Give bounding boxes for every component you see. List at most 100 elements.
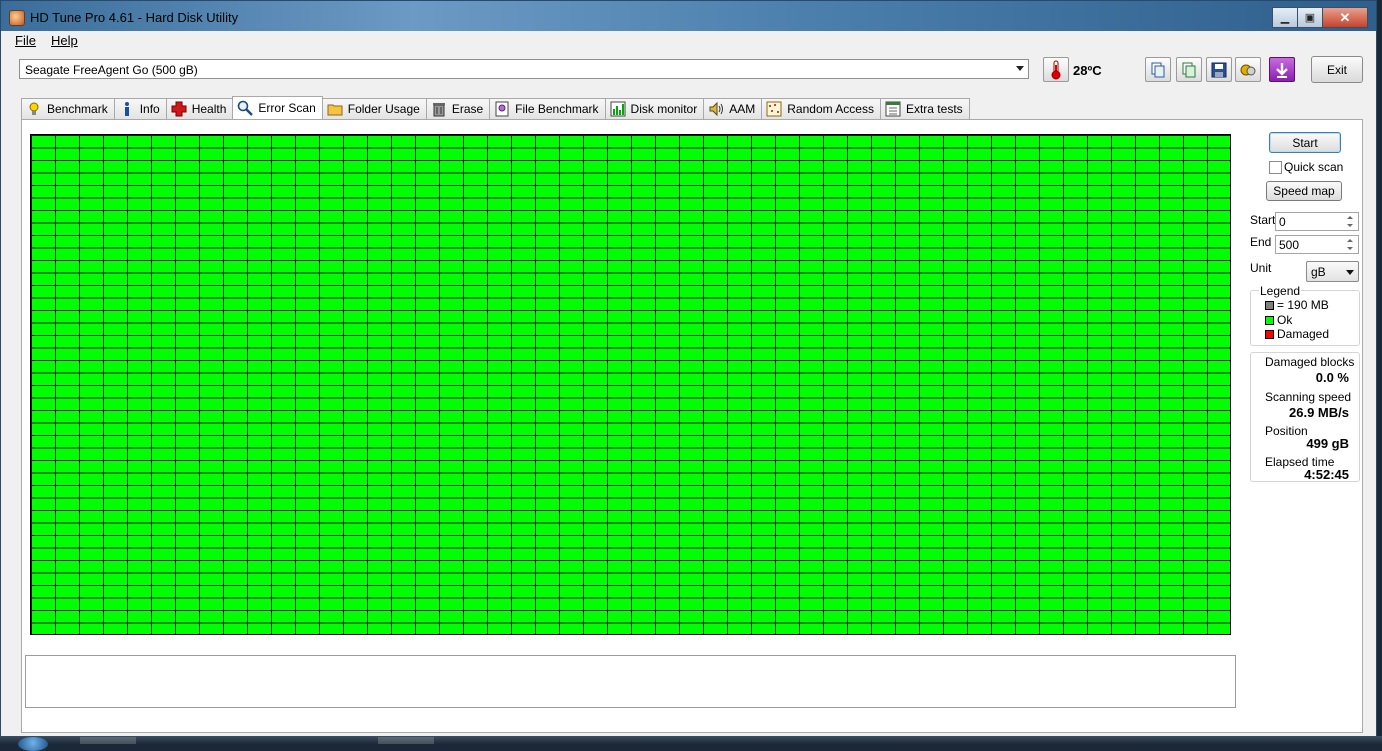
start-button[interactable]: Start bbox=[1269, 132, 1341, 153]
start-range-input[interactable]: 0 bbox=[1275, 212, 1359, 231]
window-controls: ▁ ▣ ✕ bbox=[1272, 7, 1368, 28]
tab-folder-usage[interactable]: Folder Usage bbox=[321, 98, 427, 119]
options-button[interactable] bbox=[1235, 57, 1261, 82]
menu-help[interactable]: Help bbox=[51, 33, 78, 48]
legend-box: Legend = 190 MB Ok Damaged bbox=[1250, 284, 1360, 346]
quick-scan-label: Quick scan bbox=[1284, 160, 1344, 174]
tab-health[interactable]: Health bbox=[165, 98, 234, 119]
end-range-value: 500 bbox=[1279, 238, 1300, 252]
ok-swatch bbox=[1265, 315, 1274, 325]
scan-block-map bbox=[30, 134, 1231, 635]
legend-damaged-label: Damaged bbox=[1277, 327, 1330, 341]
tab-info-label: Info bbox=[139, 102, 160, 116]
menu-help-label: Help bbox=[51, 33, 78, 48]
taskbar-item[interactable] bbox=[378, 737, 434, 744]
app-window: HD Tune Pro 4.61 - Hard Disk Utility ▁ ▣… bbox=[0, 0, 1377, 737]
end-range-label: End bbox=[1250, 235, 1272, 249]
error-scan-icon bbox=[237, 100, 254, 116]
tab-extra-tests-label: Extra tests bbox=[905, 102, 963, 116]
benchmark-icon bbox=[26, 101, 42, 117]
tab-erase[interactable]: Erase bbox=[425, 98, 491, 119]
tab-extra-tests[interactable]: Extra tests bbox=[879, 98, 970, 119]
menu-file[interactable]: File bbox=[15, 33, 36, 48]
random-access-icon bbox=[766, 101, 782, 117]
legend-damaged: Damaged bbox=[1265, 327, 1329, 341]
tab-info[interactable]: Info bbox=[113, 98, 167, 119]
drive-select[interactable]: Seagate FreeAgent Go (500 gB) bbox=[19, 59, 1029, 79]
error-scan-panel: Start Quick scan Speed map Start 0 End 5… bbox=[21, 119, 1363, 733]
block-swatch bbox=[1265, 300, 1274, 310]
temperature-value: 28ºC bbox=[1073, 63, 1102, 78]
start-range-label: Start bbox=[1250, 213, 1276, 227]
end-range-input[interactable]: 500 bbox=[1275, 235, 1359, 254]
tab-aam-label: AAM bbox=[729, 102, 756, 116]
unit-select-value: gB bbox=[1311, 265, 1326, 279]
copy-screenshot-button[interactable] bbox=[1176, 57, 1202, 82]
elapsed-time-value: 4:52:45 bbox=[1304, 467, 1349, 482]
unit-label: Unit bbox=[1250, 261, 1272, 275]
tab-aam[interactable]: AAM bbox=[703, 98, 763, 119]
tab-benchmark[interactable]: Benchmark bbox=[21, 98, 115, 119]
tab-disk-monitor-label: Disk monitor bbox=[630, 102, 698, 116]
quick-scan-checkbox[interactable] bbox=[1269, 161, 1282, 174]
save-button[interactable] bbox=[1206, 57, 1232, 82]
health-icon bbox=[171, 101, 187, 117]
tab-file-benchmark-label: File Benchmark bbox=[515, 102, 599, 116]
tab-random-access-label: Random Access bbox=[787, 102, 874, 116]
unit-select[interactable]: gB bbox=[1306, 261, 1359, 282]
file-benchmark-icon bbox=[494, 101, 510, 117]
exit-button[interactable]: Exit bbox=[1311, 56, 1363, 83]
extra-tests-icon bbox=[885, 101, 901, 117]
scanning-speed-label: Scanning speed bbox=[1265, 390, 1352, 404]
legend-title: Legend bbox=[1259, 284, 1302, 298]
chevron-down-icon bbox=[1016, 66, 1024, 71]
tab-folder-usage-label: Folder Usage bbox=[347, 102, 420, 116]
copy-image-icon bbox=[1182, 62, 1196, 77]
toolbar: Seagate FreeAgent Go (500 gB) 28ºC Exit bbox=[1, 51, 1376, 95]
tab-disk-monitor[interactable]: Disk monitor bbox=[604, 98, 705, 119]
legend-block-size-label: = 190 MB bbox=[1277, 298, 1329, 312]
damaged-blocks-value: 0.0 % bbox=[1315, 370, 1349, 385]
options-icon bbox=[1240, 64, 1256, 75]
tab-erase-label: Erase bbox=[451, 102, 484, 116]
copy-text-button[interactable] bbox=[1145, 57, 1171, 82]
download-arrow-icon bbox=[1276, 62, 1288, 78]
tab-error-scan[interactable]: Error Scan bbox=[232, 96, 323, 119]
temperature-button[interactable] bbox=[1043, 57, 1069, 82]
scan-log[interactable] bbox=[25, 655, 1236, 708]
tab-benchmark-label: Benchmark bbox=[47, 102, 108, 116]
start-range-spinner[interactable] bbox=[1345, 214, 1357, 229]
minimize-button[interactable]: ▁ bbox=[1272, 7, 1297, 28]
aam-icon bbox=[708, 101, 724, 117]
chevron-down-icon bbox=[1346, 270, 1354, 275]
taskbar bbox=[0, 736, 1382, 751]
copy-icon bbox=[1151, 62, 1165, 77]
tab-bar: Benchmark Info Health Error Scan Folder … bbox=[21, 96, 970, 119]
thermometer-icon bbox=[1051, 60, 1061, 79]
position-label: Position bbox=[1265, 424, 1308, 438]
window-title: HD Tune Pro 4.61 - Hard Disk Utility bbox=[30, 10, 239, 25]
update-button[interactable] bbox=[1269, 57, 1295, 82]
app-icon bbox=[9, 10, 25, 26]
tab-error-scan-label: Error Scan bbox=[258, 101, 316, 115]
taskbar-item[interactable] bbox=[80, 737, 136, 744]
title-bar[interactable]: HD Tune Pro 4.61 - Hard Disk Utility ▁ ▣… bbox=[1, 1, 1376, 31]
erase-icon bbox=[431, 101, 447, 117]
legend-ok: Ok bbox=[1265, 313, 1292, 327]
maximize-button[interactable]: ▣ bbox=[1297, 7, 1322, 28]
start-orb-icon[interactable] bbox=[18, 737, 48, 751]
legend-ok-label: Ok bbox=[1277, 313, 1293, 327]
folder-usage-icon bbox=[327, 101, 343, 117]
drive-select-value: Seagate FreeAgent Go (500 gB) bbox=[25, 63, 198, 77]
tab-random-access[interactable]: Random Access bbox=[761, 98, 881, 119]
close-button[interactable]: ✕ bbox=[1322, 7, 1368, 28]
tab-file-benchmark[interactable]: File Benchmark bbox=[489, 98, 606, 119]
damaged-swatch bbox=[1265, 329, 1274, 339]
start-range-value: 0 bbox=[1279, 215, 1286, 229]
end-range-spinner[interactable] bbox=[1345, 237, 1357, 252]
legend-block-size: = 190 MB bbox=[1265, 298, 1329, 312]
save-icon bbox=[1211, 62, 1227, 77]
speed-map-button[interactable]: Speed map bbox=[1266, 181, 1342, 201]
disk-monitor-icon bbox=[610, 101, 626, 117]
menu-file-label: File bbox=[15, 33, 36, 48]
